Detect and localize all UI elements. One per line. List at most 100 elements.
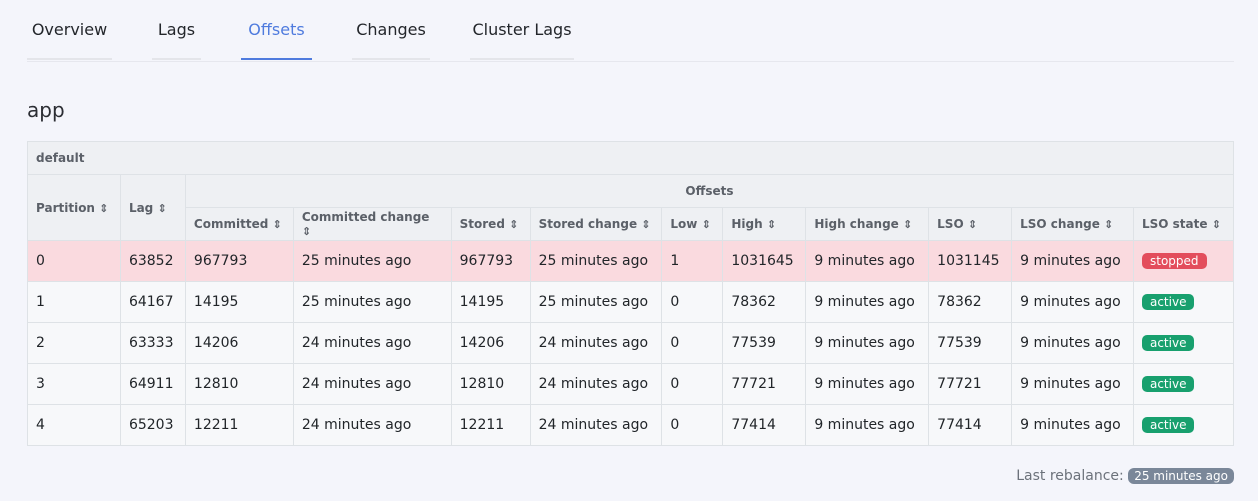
last-rebalance-badge: 25 minutes ago: [1128, 468, 1234, 484]
table-row: 1 64167 14195 25 minutes ago 14195 25 minutes…: [27, 281, 1235, 323]
sort-icon: ⇕: [509, 218, 519, 231]
group-title: app: [27, 98, 65, 122]
sort-icon: ⇕: [766, 218, 777, 231]
table-cell: 25 minutes ago: [292, 240, 452, 282]
col-label: Stored change: [538, 217, 638, 231]
col-label: Stored: [459, 217, 505, 231]
table-cell: 967793: [184, 240, 294, 282]
table-cell: 63333: [119, 322, 186, 364]
last-rebalance: Last rebalance: 25 minutes ago: [1016, 468, 1234, 484]
col-lso-state[interactable]: LSO state ⇕: [1132, 207, 1235, 241]
table-cell: active: [1132, 363, 1235, 405]
table-cell: 24 minutes ago: [292, 322, 452, 364]
sort-icon: ⇕: [1211, 218, 1221, 231]
col-label: Committed change: [301, 210, 430, 224]
sort-icon: ⇕: [272, 218, 282, 231]
table-cell: 14195: [450, 281, 531, 323]
table-cell: 25 minutes ago: [529, 240, 663, 282]
table-cell: 9 minutes ago: [805, 240, 930, 282]
table-cell: 25 minutes ago: [292, 281, 452, 323]
nav-tabs: Overview Lags Offsets Changes Cluster La…: [27, 0, 1234, 62]
sort-icon: ⇕: [641, 218, 651, 231]
table-row: 3 64911 12810 24 minutes ago 12810 24 minutes…: [27, 363, 1235, 405]
table-cell: 0: [661, 363, 724, 405]
table-cell: 12211: [450, 404, 531, 446]
col-label: Lag: [128, 200, 154, 215]
lso-state-badge: active: [1141, 417, 1195, 433]
col-low[interactable]: Low ⇕: [661, 207, 724, 241]
table-cell: 9 minutes ago: [805, 363, 930, 405]
table-cell: 65203: [119, 404, 186, 446]
tab-offsets[interactable]: Offsets: [241, 0, 312, 60]
col-lso-change[interactable]: LSO change ⇕: [1011, 207, 1134, 241]
col-partition[interactable]: Partition ⇕: [27, 174, 121, 241]
table-cell: active: [1132, 404, 1235, 446]
table-cell: 9 minutes ago: [805, 281, 930, 323]
table-cell: 12810: [184, 363, 294, 405]
table-cell: 9 minutes ago: [805, 404, 930, 446]
lso-state-badge: active: [1141, 376, 1195, 392]
sort-icon: ⇕: [967, 218, 978, 231]
tab-overview[interactable]: Overview: [27, 0, 112, 60]
table-cell: 1031645: [722, 240, 807, 282]
col-label: High change: [814, 217, 899, 231]
table-cell: 0: [661, 404, 724, 446]
table-cell: 77539: [928, 322, 1013, 364]
tab-changes[interactable]: Changes: [352, 0, 430, 60]
table-cell: 64911: [119, 363, 186, 405]
table-cell: 967793: [450, 240, 531, 282]
table-cell: active: [1132, 322, 1235, 364]
sort-icon: ⇕: [1104, 218, 1114, 231]
offsets-table: default Partition ⇕ Lag ⇕ Offsets Commit…: [27, 141, 1235, 446]
col-label: LSO change: [1020, 217, 1100, 231]
tab-lags[interactable]: Lags: [152, 0, 201, 60]
col-high[interactable]: High ⇕: [722, 207, 807, 241]
tab-cluster-lags[interactable]: Cluster Lags: [470, 0, 574, 60]
table-cell: 9 minutes ago: [1011, 404, 1134, 446]
col-stored-change[interactable]: Stored change ⇕: [529, 207, 663, 241]
table-cell: 12211: [184, 404, 294, 446]
table-cell: 63852: [119, 240, 186, 282]
table-cell: 77721: [722, 363, 807, 405]
table-cell: 9 minutes ago: [1011, 363, 1134, 405]
table-cell: 24 minutes ago: [529, 404, 663, 446]
col-label: LSO: [937, 217, 964, 231]
table-cell: 0: [661, 281, 724, 323]
last-rebalance-label: Last rebalance:: [1016, 468, 1124, 484]
col-label: High: [731, 217, 763, 231]
table-cell: 24 minutes ago: [292, 404, 452, 446]
table-cell: 77414: [928, 404, 1013, 446]
table-cell: 77721: [928, 363, 1013, 405]
col-committed[interactable]: Committed ⇕: [184, 207, 294, 241]
table-cell: 64167: [119, 281, 186, 323]
table-cell: 78362: [928, 281, 1013, 323]
col-label: LSO state: [1141, 217, 1208, 231]
col-label: Committed: [193, 217, 269, 231]
sort-icon: ⇕: [157, 201, 167, 215]
table-cell: 14206: [184, 322, 294, 364]
table-row: 0 63852 967793 25 minutes ago 967793 25 minut…: [27, 240, 1235, 282]
table-cell: active: [1132, 281, 1235, 323]
lso-state-badge: active: [1141, 335, 1195, 351]
table-cell: 25 minutes ago: [529, 281, 663, 323]
col-lag[interactable]: Lag ⇕: [119, 174, 186, 241]
table-title: default: [27, 141, 1234, 175]
table-cell: 4: [27, 404, 121, 446]
table-cell: 9 minutes ago: [1011, 240, 1134, 282]
lso-state-badge: active: [1141, 294, 1195, 310]
table-cell: 78362: [722, 281, 807, 323]
table-cell: 9 minutes ago: [1011, 281, 1134, 323]
table-cell: 0: [661, 322, 724, 364]
table-cell: stopped: [1132, 240, 1235, 282]
col-label: Partition: [36, 200, 95, 215]
table-row: 2 63333 14206 24 minutes ago 14206 24 minutes…: [27, 322, 1235, 364]
offsets-group-header: Offsets: [184, 174, 1235, 208]
table-cell: 0: [27, 240, 121, 282]
table-cell: 77539: [722, 322, 807, 364]
col-lso[interactable]: LSO ⇕: [928, 207, 1013, 241]
col-stored[interactable]: Stored ⇕: [450, 207, 531, 241]
col-committed-change[interactable]: Committed change ⇕: [292, 207, 452, 241]
col-high-change[interactable]: High change ⇕: [805, 207, 930, 241]
sort-icon: ⇕: [903, 218, 913, 231]
table-cell: 14206: [450, 322, 531, 364]
